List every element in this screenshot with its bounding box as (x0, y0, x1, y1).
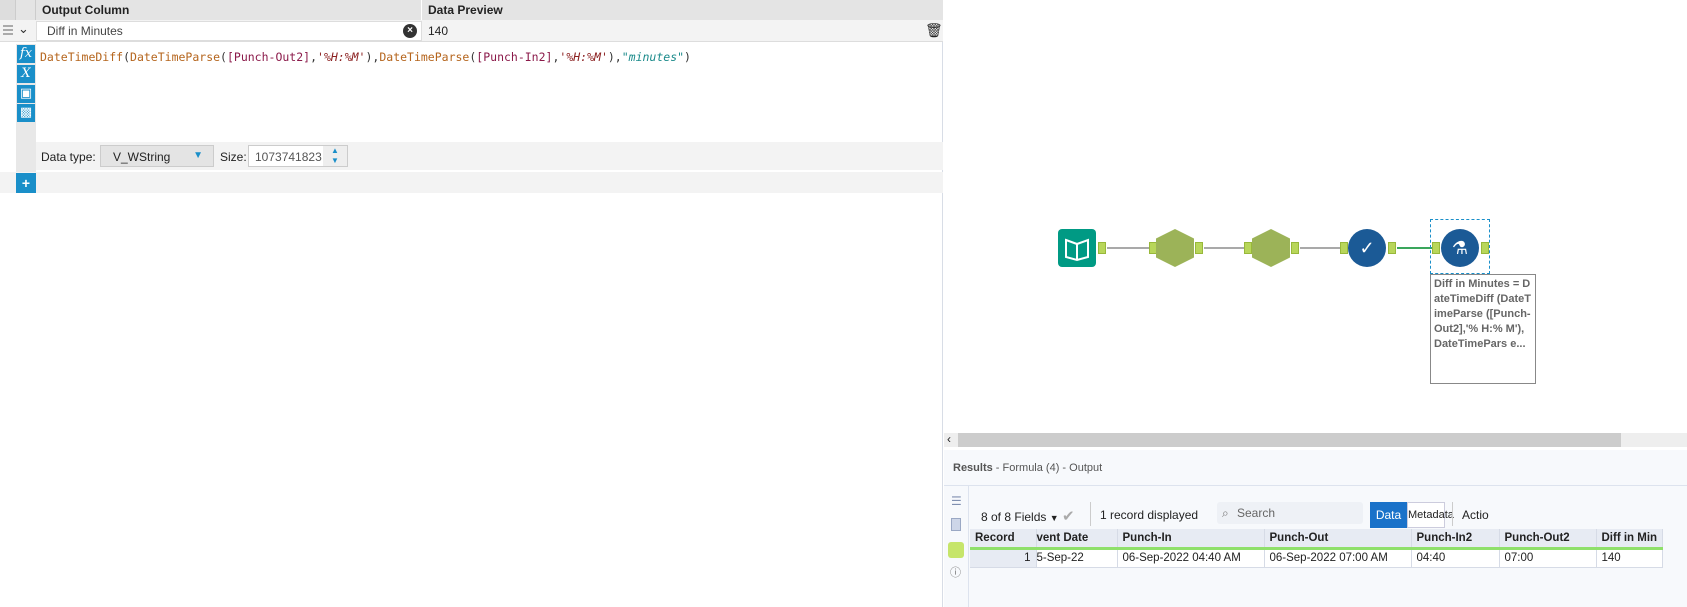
search-placeholder: Search (1237, 506, 1276, 520)
output-anchor-icon[interactable] (948, 542, 964, 558)
table-row[interactable]: 1 5-Sep-22 06-Sep-2022 04:40 AM 06-Sep-2… (970, 548, 1664, 567)
chevron-left-icon[interactable]: ‹ (947, 432, 951, 446)
variable-icon[interactable]: X (17, 65, 35, 83)
table-cell[interactable]: 07:00 (1499, 548, 1597, 567)
save-icon[interactable]: ▩ (17, 104, 35, 122)
results-subtitle: - Formula (4) - Output (992, 462, 1103, 474)
formula-row: ⌄ Diff in Minutes × 140 🗑 (0, 20, 943, 42)
record-cell: 1 (970, 548, 1037, 567)
select-tool-icon[interactable] (1252, 229, 1290, 267)
scrollbar-thumb[interactable] (958, 433, 1621, 447)
results-table: Record vent Date Punch-In Punch-Out Punc… (970, 529, 1664, 568)
size-label: Size: (220, 150, 247, 164)
table-cell[interactable]: 140 (1596, 548, 1664, 567)
output-anchor[interactable] (1098, 242, 1106, 254)
column-header[interactable]: Punch-In (1117, 529, 1265, 550)
output-anchor[interactable] (1195, 242, 1203, 254)
fields-dropdown[interactable]: 8 of 8 Fields ▼ ✔ (981, 507, 1075, 525)
select-tool-icon[interactable] (1156, 229, 1194, 267)
add-formula-button[interactable]: + (16, 173, 36, 193)
output-column-header: Output Column (42, 3, 130, 17)
column-header[interactable]: vent Date (1036, 529, 1118, 550)
data-type-select[interactable]: V_WString ▼ (100, 145, 214, 167)
drag-handle-icon[interactable] (3, 25, 13, 37)
check-icon: ✔ (1061, 508, 1075, 525)
records-count: 1 record displayed (1100, 508, 1199, 522)
input-anchor-icon[interactable] (951, 518, 961, 531)
horizontal-scrollbar[interactable]: ‹ (944, 432, 1687, 447)
results-panel: Results - Formula (4) - Output ☰ ⓘ 8 of … (944, 450, 1687, 607)
output-anchor[interactable] (1388, 242, 1396, 254)
search-icon: ⌕ (1222, 506, 1229, 520)
actions-button[interactable]: Actio (1462, 508, 1489, 522)
formula-config-panel: Output Column Data Preview ⌄ Diff in Min… (0, 0, 943, 607)
column-header[interactable]: Punch-Out2 (1499, 529, 1597, 550)
expression-editor[interactable]: DateTimeDiff(DateTimeParse([Punch-Out2],… (40, 50, 940, 140)
column-header[interactable]: Punch-Out (1264, 529, 1412, 550)
help-icon[interactable]: ⓘ (950, 564, 961, 580)
tab-metadata[interactable]: Metadata (1407, 502, 1454, 528)
output-anchor[interactable] (1481, 242, 1489, 254)
data-cleansing-tool-icon[interactable]: ✓ (1348, 229, 1386, 267)
column-header[interactable]: Record (970, 529, 1037, 550)
dropdown-arrow-icon: ▼ (193, 150, 203, 161)
size-stepper[interactable]: ▲ ▼ (323, 146, 347, 166)
workflow-canvas[interactable]: ✓ ⚗ Diff in Minutes = DateTimeDiff (Date… (944, 0, 1687, 607)
data-type-value: V_WString (113, 150, 171, 164)
open-folder-icon[interactable]: ▣ (17, 85, 35, 103)
input-anchor[interactable] (1340, 242, 1348, 254)
data-preview-value: 140 (428, 24, 449, 38)
chevron-down-icon[interactable]: ⌄ (18, 21, 29, 37)
tool-annotation: Diff in Minutes = DateTimeDiff (DateTime… (1430, 274, 1536, 384)
data-type-label: Data type: (41, 150, 96, 164)
input-anchor[interactable] (1149, 242, 1157, 254)
data-preview-header: Data Preview (428, 3, 503, 17)
table-cell[interactable]: 04:40 (1411, 548, 1500, 567)
size-input[interactable]: 1073741823 ▲ ▼ (248, 145, 348, 167)
data-type-row: Data type: V_WString ▼ Size: 1073741823 … (36, 142, 943, 170)
column-header[interactable]: Punch-In2 (1411, 529, 1500, 550)
list-icon[interactable]: ☰ (951, 494, 962, 508)
size-value: 1073741823 (255, 150, 322, 164)
formula-tool-icon[interactable]: ⚗ (1441, 229, 1479, 267)
grid-header: Output Column Data Preview (0, 0, 943, 20)
tab-data[interactable]: Data (1370, 502, 1407, 528)
clear-icon[interactable]: × (403, 24, 417, 38)
input-anchor[interactable] (1244, 242, 1252, 254)
column-header[interactable]: Diff in Min (1596, 529, 1664, 550)
input-data-tool-icon[interactable] (1058, 229, 1096, 267)
table-cell[interactable]: 06-Sep-2022 07:00 AM (1264, 548, 1412, 567)
output-column-value: Diff in Minutes (47, 24, 123, 38)
trash-icon[interactable]: 🗑 (925, 22, 943, 39)
input-anchor[interactable] (1432, 242, 1440, 254)
table-header-row: Record vent Date Punch-In Punch-Out Punc… (970, 529, 1664, 550)
search-input[interactable]: ⌕ Search (1217, 502, 1363, 524)
output-column-input[interactable]: Diff in Minutes × (36, 21, 422, 41)
function-icon[interactable]: fx (17, 45, 35, 63)
results-title: Results (953, 462, 993, 474)
output-anchor[interactable] (1291, 242, 1299, 254)
table-cell[interactable]: 06-Sep-2022 04:40 AM (1117, 548, 1265, 567)
table-cell[interactable]: 5-Sep-22 (1036, 548, 1118, 567)
